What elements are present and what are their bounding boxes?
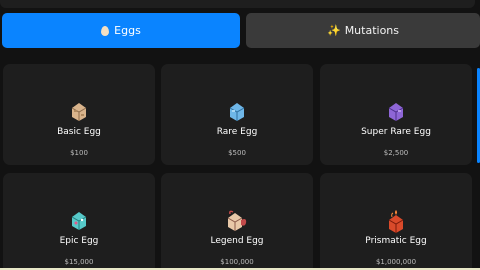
super-rare-egg-icon	[388, 103, 404, 121]
egg-price: $500	[228, 149, 246, 157]
tab-eggs-label: Eggs	[114, 24, 141, 37]
legend-egg-icon	[227, 210, 247, 231]
tab-mutations-label: Mutations	[344, 24, 400, 37]
egg-name: Epic Egg	[59, 236, 99, 246]
basic-egg-icon	[71, 103, 87, 121]
egg-grid: Basic Egg $100 Rare Egg $500 Super Rare …	[0, 64, 480, 270]
tab-mutations[interactable]: ✨ Mutations	[246, 13, 480, 48]
egg-card-prismatic[interactable]: Prismatic Egg $1,000,000	[320, 173, 472, 270]
egg-name: Rare Egg	[216, 127, 258, 137]
tab-bar: Eggs ✨ Mutations	[2, 13, 480, 48]
sparkles-icon: ✨	[326, 24, 341, 37]
egg-price: $15,000	[64, 258, 94, 266]
egg-card-basic[interactable]: Basic Egg $100	[3, 64, 155, 165]
tab-eggs[interactable]: Eggs	[2, 13, 240, 48]
egg-card-epic[interactable]: Epic Egg $15,000	[3, 173, 155, 270]
epic-egg-icon	[71, 212, 87, 230]
egg-card-legend[interactable]: Legend Egg $100,000	[161, 173, 313, 270]
egg-name: Legend Egg	[210, 236, 264, 246]
egg-price: $100	[70, 149, 88, 157]
rare-egg-icon	[229, 103, 245, 121]
egg-price: $2,500	[383, 149, 409, 157]
egg-card-rare[interactable]: Rare Egg $500	[161, 64, 313, 165]
egg-name: Basic Egg	[57, 127, 101, 137]
egg-card-super-rare[interactable]: Super Rare Egg $2,500	[320, 64, 472, 165]
egg-price: $1,000,000	[375, 258, 417, 266]
prismatic-egg-icon	[388, 210, 404, 233]
egg-name: Super Rare Egg	[361, 127, 431, 137]
egg-price: $100,000	[220, 258, 254, 266]
egg-icon	[101, 25, 110, 36]
top-bar	[0, 0, 475, 8]
egg-name: Prismatic Egg	[365, 236, 427, 246]
